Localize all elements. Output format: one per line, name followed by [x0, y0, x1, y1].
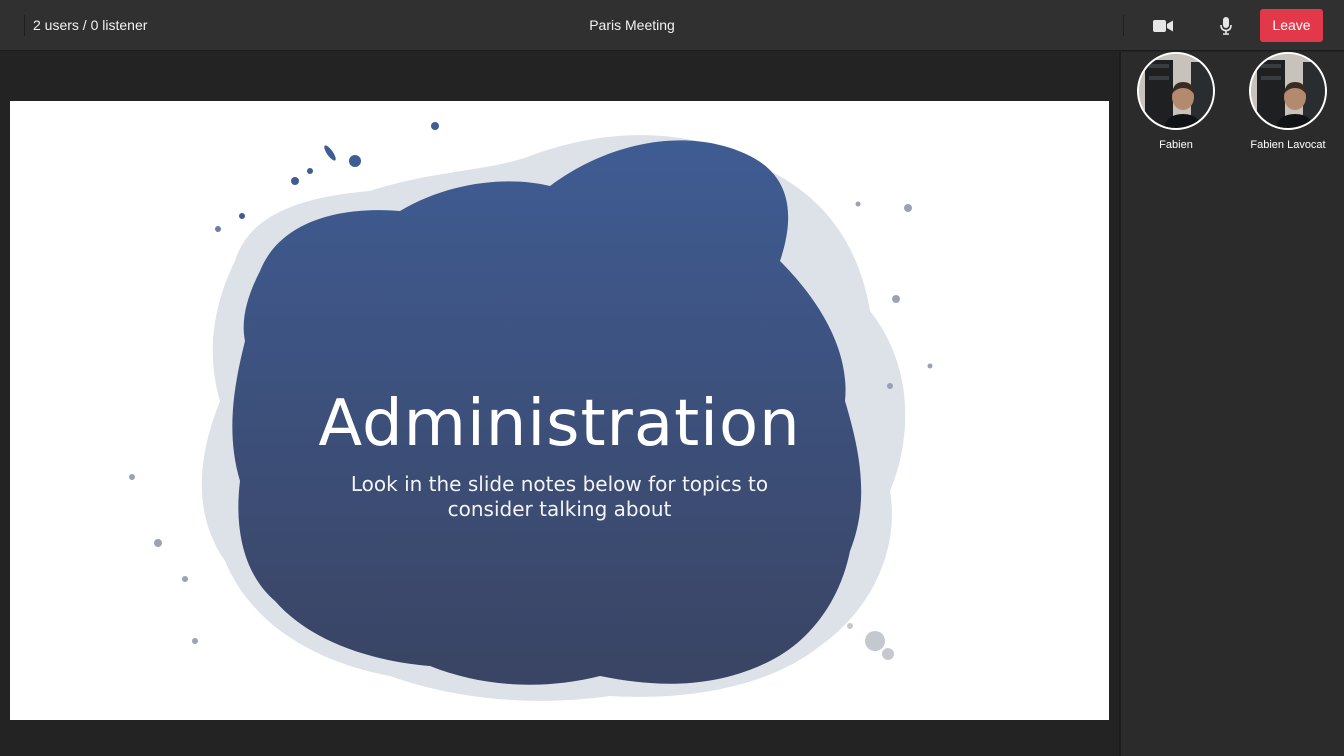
slide-subtitle: Look in the slide notes below for topics… — [350, 472, 769, 521]
divider — [1123, 15, 1124, 36]
top-bar: 2 users / 0 listener Paris Meeting Leave — [0, 0, 1344, 51]
participants-panel: Fabien Fabien Lavocat — [1121, 52, 1344, 756]
meeting-title: Paris Meeting — [589, 17, 675, 33]
avatar — [1249, 52, 1327, 130]
microphone-icon — [1220, 17, 1232, 35]
presentation-stage: Administration Look in the slide notes b… — [0, 52, 1119, 756]
leave-button[interactable]: Leave — [1260, 9, 1323, 42]
avatar — [1137, 52, 1215, 130]
participant-name: Fabien Lavocat — [1250, 139, 1326, 151]
video-camera-icon — [1153, 20, 1173, 32]
participant-tile[interactable]: Fabien Lavocat — [1233, 52, 1343, 152]
participant-tile[interactable]: Fabien — [1121, 52, 1231, 152]
microphone-toggle-button[interactable] — [1211, 12, 1241, 40]
camera-toggle-button[interactable] — [1148, 12, 1178, 40]
participant-name: Fabien — [1159, 139, 1193, 151]
shared-slide: Administration Look in the slide notes b… — [10, 101, 1109, 720]
slide-title: Administration — [318, 387, 801, 461]
